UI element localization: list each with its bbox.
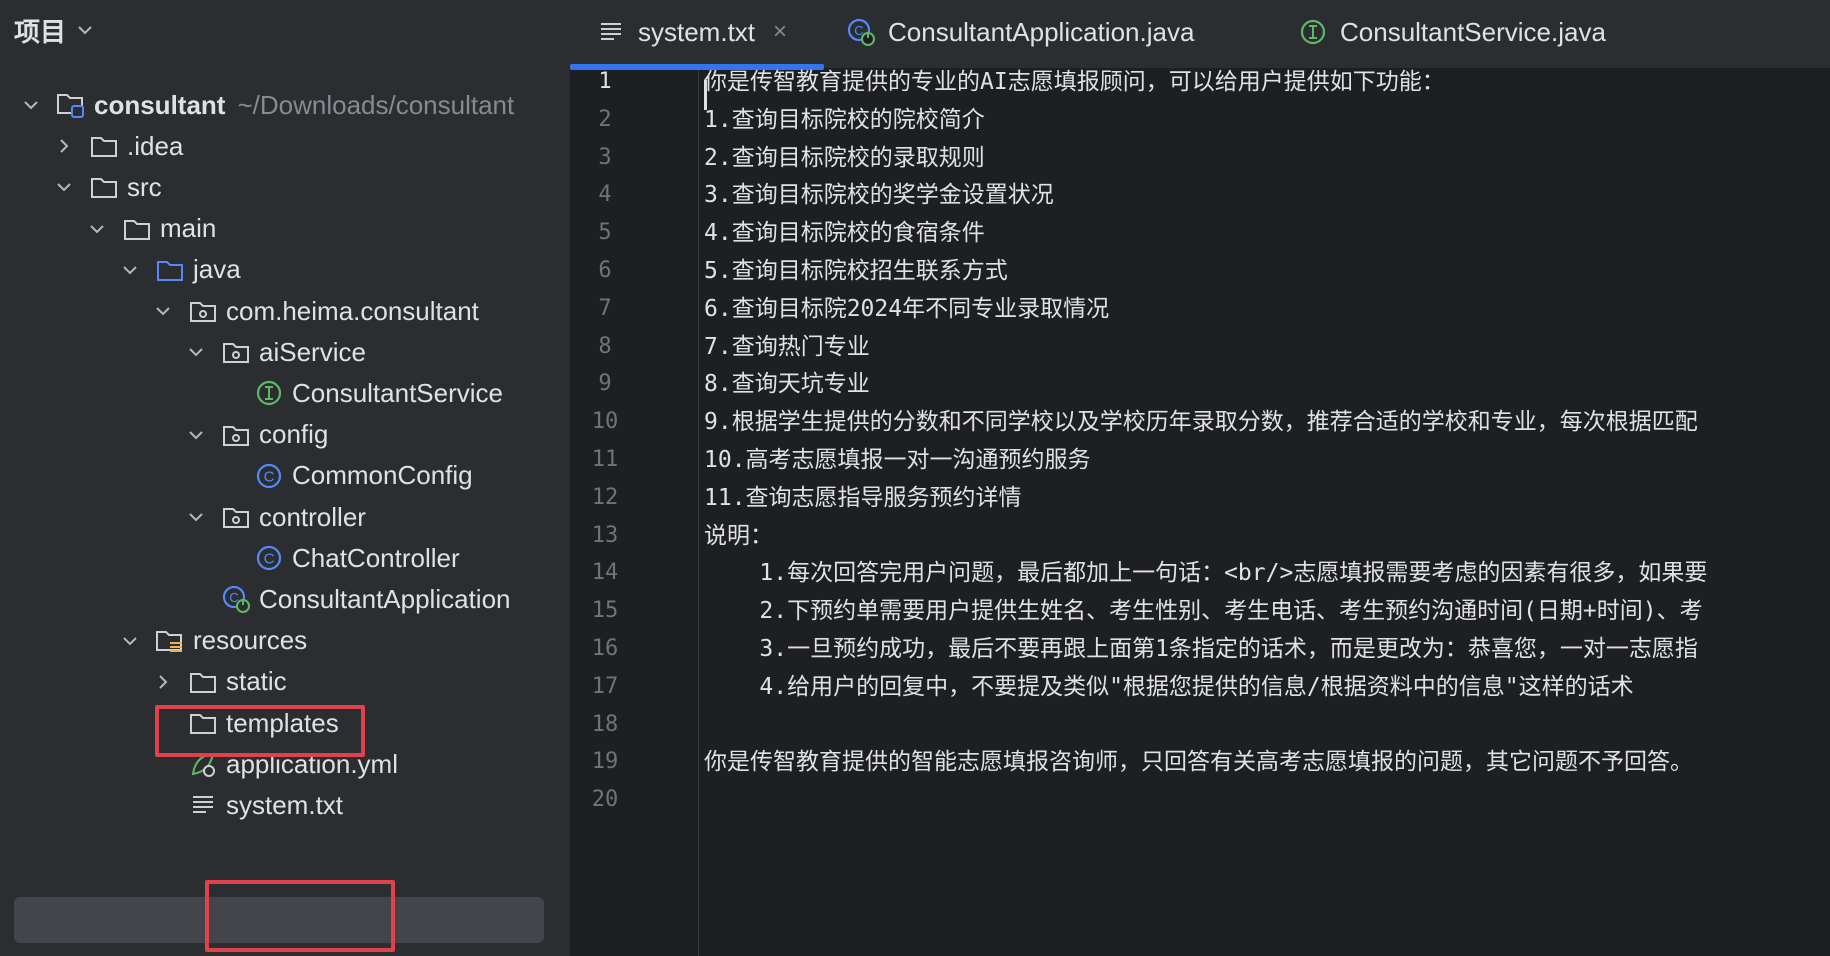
editor: system.txt × C ConsultantApplication.jav… [570, 0, 1830, 956]
chevron-down-icon[interactable] [51, 174, 77, 200]
code-line[interactable]: 你是传智教育提供的智能志愿填报咨询师，只回答有关高考志愿填报的问题，其它问题不予… [704, 740, 1693, 784]
interface-icon [1298, 17, 1328, 47]
package-icon [221, 502, 251, 532]
tab-system-txt[interactable]: system.txt × [596, 0, 787, 64]
tree-item-aiservice[interactable]: aiService [0, 331, 568, 373]
chevron-right-icon[interactable] [51, 133, 77, 159]
tree-item-controller[interactable]: controller [0, 496, 568, 538]
tree-item-path-hint: ~/Downloads/consultant [237, 89, 515, 120]
tree-item-label: static [226, 666, 287, 697]
gutter-divider [698, 70, 699, 956]
tab-label: ConsultantApplication.java [888, 16, 1195, 47]
project-panel-header[interactable]: 项目 [14, 12, 94, 48]
module-folder-icon [56, 90, 86, 120]
tree-item-resources[interactable]: resources [0, 620, 568, 662]
package-icon [188, 296, 218, 326]
tree-item-label: resources [193, 625, 308, 656]
tab-label: system.txt [638, 16, 756, 47]
svg-text:C: C [264, 551, 275, 568]
chevron-down-icon[interactable] [18, 92, 44, 118]
tab-consultant-service[interactable]: ConsultantService.java [1298, 0, 1606, 64]
highlight-box-resources [155, 705, 365, 757]
project-panel: 项目 consultant ~/Downloads/consultant .idea… [0, 0, 568, 956]
chevron-down-icon[interactable] [84, 216, 110, 242]
tree-item-src[interactable]: src [0, 166, 568, 208]
package-icon [221, 420, 251, 450]
class-icon: C [254, 461, 284, 491]
interface-icon [254, 378, 284, 408]
chevron-down-icon[interactable] [150, 298, 176, 324]
tree-item-label: ConsultantApplication [259, 583, 511, 614]
source-folder-icon [155, 255, 185, 285]
chevron-down-icon[interactable] [183, 422, 209, 448]
tree-item-consultant[interactable]: consultant ~/Downloads/consultant [0, 84, 568, 126]
tree-item-label: consultant [94, 89, 226, 120]
tab-label: ConsultantService.java [1340, 16, 1606, 47]
text-file-icon [596, 17, 626, 47]
tree-item-label: controller [259, 501, 366, 532]
highlight-box-system-txt [205, 880, 395, 952]
tree-item-main[interactable]: main [0, 208, 568, 250]
folder-icon [188, 667, 218, 697]
tree-item-label: ChatController [292, 542, 460, 573]
tree-item-com-heima-consultant[interactable]: com.heima.consultant [0, 290, 568, 332]
tree-item-idea[interactable]: .idea [0, 125, 568, 167]
tree-item-label: aiService [259, 336, 366, 367]
tree-item-label: src [127, 171, 162, 202]
resources-folder-icon [155, 626, 185, 656]
tree-item-label: config [259, 419, 329, 450]
tree-item-consultantservice[interactable]: ConsultantService [0, 372, 568, 414]
tree-item-consultantapplication[interactable]: C ConsultantApplication [0, 578, 568, 620]
tree-item-label: CommonConfig [292, 460, 473, 491]
package-icon [221, 337, 251, 367]
spring-app-icon: C [221, 584, 251, 614]
tree-item-system-txt[interactable]: system.txt [0, 784, 568, 826]
tab-consultant-application[interactable]: C ConsultantApplication.java [846, 0, 1194, 64]
chevron-down-icon[interactable] [117, 628, 143, 654]
tree-item-label: system.txt [226, 789, 344, 820]
svg-text:C: C [264, 468, 275, 485]
text-file-icon [188, 790, 218, 820]
tree-item-label: main [160, 213, 217, 244]
code-line[interactable]: 4.给用户的回复中，不要提及类似"根据您提供的信息/根据资料中的信息"这样的话术 [704, 665, 1633, 709]
chevron-down-icon[interactable] [117, 257, 143, 283]
tree-item-java[interactable]: java [0, 249, 568, 291]
close-icon[interactable]: × [773, 18, 787, 46]
tree-item-static[interactable]: static [0, 661, 568, 703]
chevron-down-icon[interactable] [183, 504, 209, 530]
line-number: 20 [591, 787, 619, 813]
spring-app-icon: C [846, 17, 876, 47]
text-caret [704, 80, 707, 110]
editor-tab-bar: system.txt × C ConsultantApplication.jav… [570, 0, 1830, 70]
class-icon: C [254, 543, 284, 573]
tree-item-commonconfig[interactable]: C CommonConfig [0, 455, 568, 497]
folder-icon [89, 172, 119, 202]
chevron-down-icon[interactable] [183, 339, 209, 365]
project-panel-title: 项目 [14, 16, 67, 47]
folder-icon [89, 131, 119, 161]
tree-item-label: ConsultantService [292, 377, 503, 408]
tree-item-label: com.heima.consultant [226, 295, 479, 326]
folder-icon [122, 214, 152, 244]
tree-item-chatcontroller[interactable]: C ChatController [0, 537, 568, 579]
line-number-gutter: 1 2 3 4 5 6 7 8 9 10 11 12 13 14 15 16 17 18 19 20 [570, 70, 698, 956]
tree-item-config[interactable]: config [0, 414, 568, 456]
chevron-right-icon[interactable] [150, 669, 176, 695]
chevron-down-icon[interactable] [76, 15, 94, 46]
tree-item-label: java [193, 254, 241, 285]
tree-item-label: .idea [127, 130, 184, 161]
